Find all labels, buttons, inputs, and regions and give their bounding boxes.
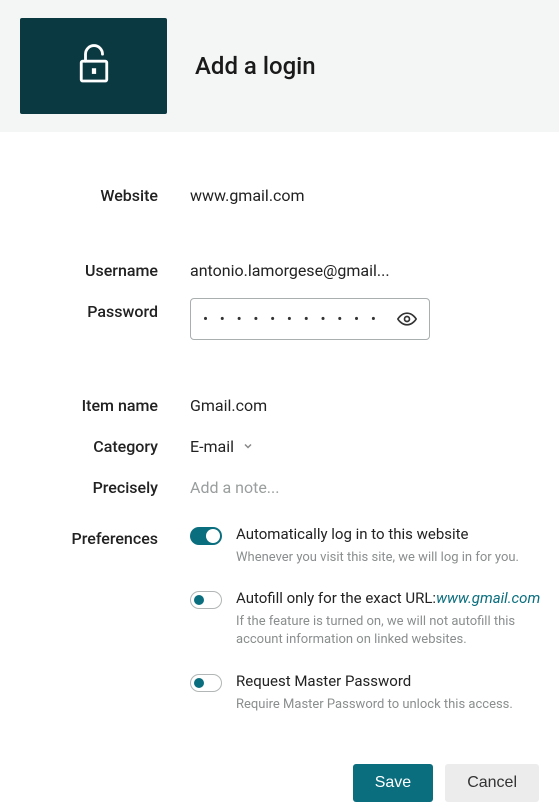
password-masked: • • • • • • • • • • • xyxy=(203,310,397,328)
username-value[interactable]: antonio.lamorgese@gmail... xyxy=(190,257,390,280)
pref-master-title: Request Master Password xyxy=(236,672,559,690)
pref-auto-login-title: Automatically log in to this website xyxy=(236,525,559,543)
website-value[interactable]: www.gmail.com xyxy=(190,182,305,205)
pref-master-desc: Require Master Password to unlock this a… xyxy=(236,696,559,714)
precisely-input[interactable]: Add a note... xyxy=(190,474,279,497)
login-icon-tile xyxy=(20,18,167,114)
dialog-title: Add a login xyxy=(195,52,316,80)
pref-auto-login-desc: Whenever you visit this site, we will lo… xyxy=(236,549,559,567)
category-value: E-mail xyxy=(190,437,234,456)
reveal-password-icon[interactable] xyxy=(397,309,417,329)
pref-autofill-title: Autofill only for the exact URL:www.gmai… xyxy=(236,589,559,607)
item-name-label: Item name xyxy=(0,392,190,415)
precisely-label: Precisely xyxy=(0,474,190,497)
item-name-value[interactable]: Gmail.com xyxy=(190,392,267,415)
toggle-autofill-exact[interactable] xyxy=(190,591,222,609)
password-input[interactable]: • • • • • • • • • • • xyxy=(190,298,430,340)
username-label: Username xyxy=(0,257,190,280)
save-button[interactable]: Save xyxy=(353,764,433,802)
password-label: Password xyxy=(0,298,190,321)
pref-autofill-desc: If the feature is turned on, we will not… xyxy=(236,613,559,649)
login-form: Website www.gmail.com Username antonio.l… xyxy=(0,132,559,802)
category-select[interactable]: E-mail xyxy=(190,433,254,456)
category-label: Category xyxy=(0,433,190,456)
dialog-header: Add a login xyxy=(0,0,559,132)
preferences-label: Preferences xyxy=(0,525,190,548)
cancel-button[interactable]: Cancel xyxy=(445,764,539,802)
chevron-down-icon xyxy=(242,437,254,456)
toggle-auto-login[interactable] xyxy=(190,527,222,545)
toggle-master-password[interactable] xyxy=(190,674,222,692)
button-bar: Save Cancel xyxy=(0,756,559,802)
lock-open-icon xyxy=(77,44,111,88)
website-label: Website xyxy=(0,182,190,205)
